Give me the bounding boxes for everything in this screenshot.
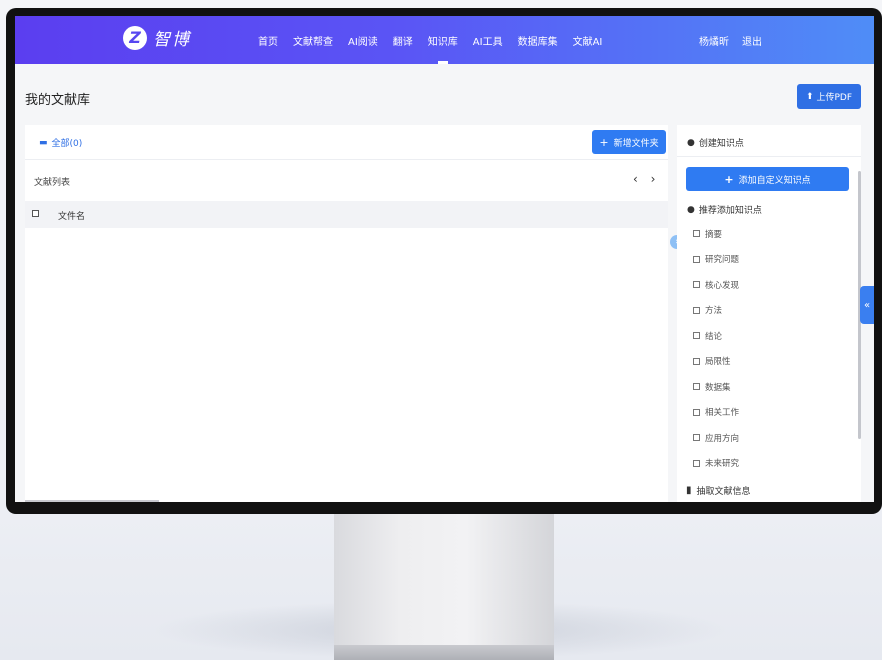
checkbox[interactable] xyxy=(693,408,700,416)
recommend-item-label: 局限性 xyxy=(705,357,731,368)
checkbox[interactable] xyxy=(693,434,700,442)
recommend-item-conclusion[interactable]: 结论 xyxy=(693,323,739,349)
checkbox[interactable] xyxy=(693,255,700,263)
user-name[interactable]: 杨燏昕 xyxy=(699,33,729,48)
new-folder-label: 新增文件夹 xyxy=(613,138,659,149)
add-custom-knowledge-button[interactable]: + 添加自定义知识点 xyxy=(686,167,849,191)
knowledge-panel: ● 创建知识点 + 添加自定义知识点 ● 推荐添加知识点 摘要 研究问题 核心发… xyxy=(677,125,861,502)
recommend-item-future-research[interactable]: 未来研究 xyxy=(693,451,739,477)
nav-item-ai-reading[interactable]: AI阅读 xyxy=(348,16,378,64)
nav-user: 杨燏昕 退出 xyxy=(699,16,775,64)
checkbox[interactable] xyxy=(693,357,700,365)
nav-item-database-collection[interactable]: 数据库集 xyxy=(518,16,558,64)
logo-text: 智博 xyxy=(153,30,191,50)
checkbox[interactable] xyxy=(693,383,700,391)
library-panel: ▬ 全部(0) + 新增文件夹 文献列表 ‹ › 文件名 xyxy=(25,125,668,502)
recommend-item-label: 未来研究 xyxy=(705,459,740,470)
recommend-item-research-question[interactable]: 研究问题 xyxy=(693,247,739,273)
recommend-header: ● 推荐添加知识点 xyxy=(687,203,762,217)
select-all-checkbox[interactable] xyxy=(32,210,39,217)
monitor-stand xyxy=(334,514,554,660)
checkbox[interactable] xyxy=(693,459,700,467)
folder-all-label: 全部(0) xyxy=(51,139,83,149)
recommend-list: 摘要 研究问题 核心发现 方法 结论 局限性 数据集 相关工作 应用方向 未来研… xyxy=(693,221,739,476)
new-folder-button[interactable]: + 新增文件夹 xyxy=(592,130,666,154)
nav-item-literature-ai[interactable]: 文献AI xyxy=(573,16,603,64)
nav-item-literature-search[interactable]: 文献帮查 xyxy=(293,16,333,64)
checkbox[interactable] xyxy=(693,306,700,314)
folder-all[interactable]: ▬ 全部(0) xyxy=(39,136,83,150)
checkbox[interactable] xyxy=(693,230,700,238)
page-title: 我的文献库 xyxy=(25,93,91,108)
extract-info[interactable]: ▮ 抽取文献信息 xyxy=(686,484,751,497)
extract-info-label: 抽取文献信息 xyxy=(696,487,751,497)
checkbox[interactable] xyxy=(693,281,700,289)
recommend-item-label: 数据集 xyxy=(705,382,731,393)
plus-icon: + xyxy=(724,172,734,186)
recommend-item-label: 相关工作 xyxy=(705,408,740,419)
pager: ‹ › xyxy=(633,172,664,186)
upload-pdf-button[interactable]: ⬆ 上传PDF xyxy=(797,84,861,109)
document-arrow-icon: ▮ xyxy=(686,485,692,496)
double-chevron-left-icon[interactable]: « xyxy=(860,286,874,324)
upload-pdf-label: 上传PDF xyxy=(816,93,853,103)
create-knowledge-label: 创建知识点 xyxy=(698,139,744,149)
recommend-item-abstract[interactable]: 摘要 xyxy=(693,221,739,247)
pager-prev-icon[interactable]: ‹ xyxy=(633,172,638,186)
nav-item-home[interactable]: 首页 xyxy=(258,16,278,64)
lightbulb-icon: ● xyxy=(687,204,695,215)
logout-link[interactable]: 退出 xyxy=(742,33,762,48)
table-header: 文件名 xyxy=(25,201,668,228)
recommend-item-label: 核心发现 xyxy=(705,280,740,291)
nav-menu: 首页 文献帮查 AI阅读 翻译 知识库 AI工具 数据库集 文献AI xyxy=(258,16,617,64)
nav-item-knowledge-base[interactable]: 知识库 xyxy=(428,16,458,64)
plus-icon: + xyxy=(599,135,609,149)
recommend-item-label: 摘要 xyxy=(705,229,723,240)
nav-item-translate[interactable]: 翻译 xyxy=(393,16,413,64)
column-header-filename[interactable]: 文件名 xyxy=(58,209,85,222)
recommend-item-limitations[interactable]: 局限性 xyxy=(693,349,739,375)
top-navbar: Z 智博 首页 文献帮查 AI阅读 翻译 知识库 AI工具 数据库集 文献AI … xyxy=(15,16,874,64)
recommend-item-label: 研究问题 xyxy=(705,255,740,266)
screen: Z 智博 首页 文献帮查 AI阅读 翻译 知识库 AI工具 数据库集 文献AI … xyxy=(15,16,874,502)
list-header: 文献列表 ‹ › xyxy=(25,161,668,201)
recommend-item-label: 应用方向 xyxy=(705,433,740,444)
folder-icon: ▬ xyxy=(39,137,48,148)
knowledge-panel-header: ● 创建知识点 xyxy=(677,125,861,157)
recommend-item-method[interactable]: 方法 xyxy=(693,298,739,324)
recommend-item-application[interactable]: 应用方向 xyxy=(693,425,739,451)
nav-item-ai-tools[interactable]: AI工具 xyxy=(473,16,503,64)
recommend-item-label: 方法 xyxy=(705,306,723,317)
recommend-header-label: 推荐添加知识点 xyxy=(698,206,762,216)
horizontal-scrollbar[interactable] xyxy=(25,500,159,502)
logo[interactable]: Z 智博 xyxy=(123,25,191,50)
lightbulb-icon: ● xyxy=(687,137,695,148)
add-custom-knowledge-label: 添加自定义知识点 xyxy=(738,175,811,186)
monitor-stand-base xyxy=(334,645,554,660)
recommend-item-core-findings[interactable]: 核心发现 xyxy=(693,272,739,298)
recommend-item-related-work[interactable]: 相关工作 xyxy=(693,400,739,426)
checkbox[interactable] xyxy=(693,332,700,340)
create-knowledge-header: ● 创建知识点 xyxy=(687,136,744,150)
recommend-item-label: 结论 xyxy=(705,331,723,342)
upload-icon: ⬆ xyxy=(805,91,814,102)
recommend-item-dataset[interactable]: 数据集 xyxy=(693,374,739,400)
pager-next-icon[interactable]: › xyxy=(651,172,656,186)
logo-mark: Z xyxy=(123,25,147,50)
list-title: 文献列表 xyxy=(34,178,71,188)
folder-bar: ▬ 全部(0) + 新增文件夹 xyxy=(25,125,668,160)
